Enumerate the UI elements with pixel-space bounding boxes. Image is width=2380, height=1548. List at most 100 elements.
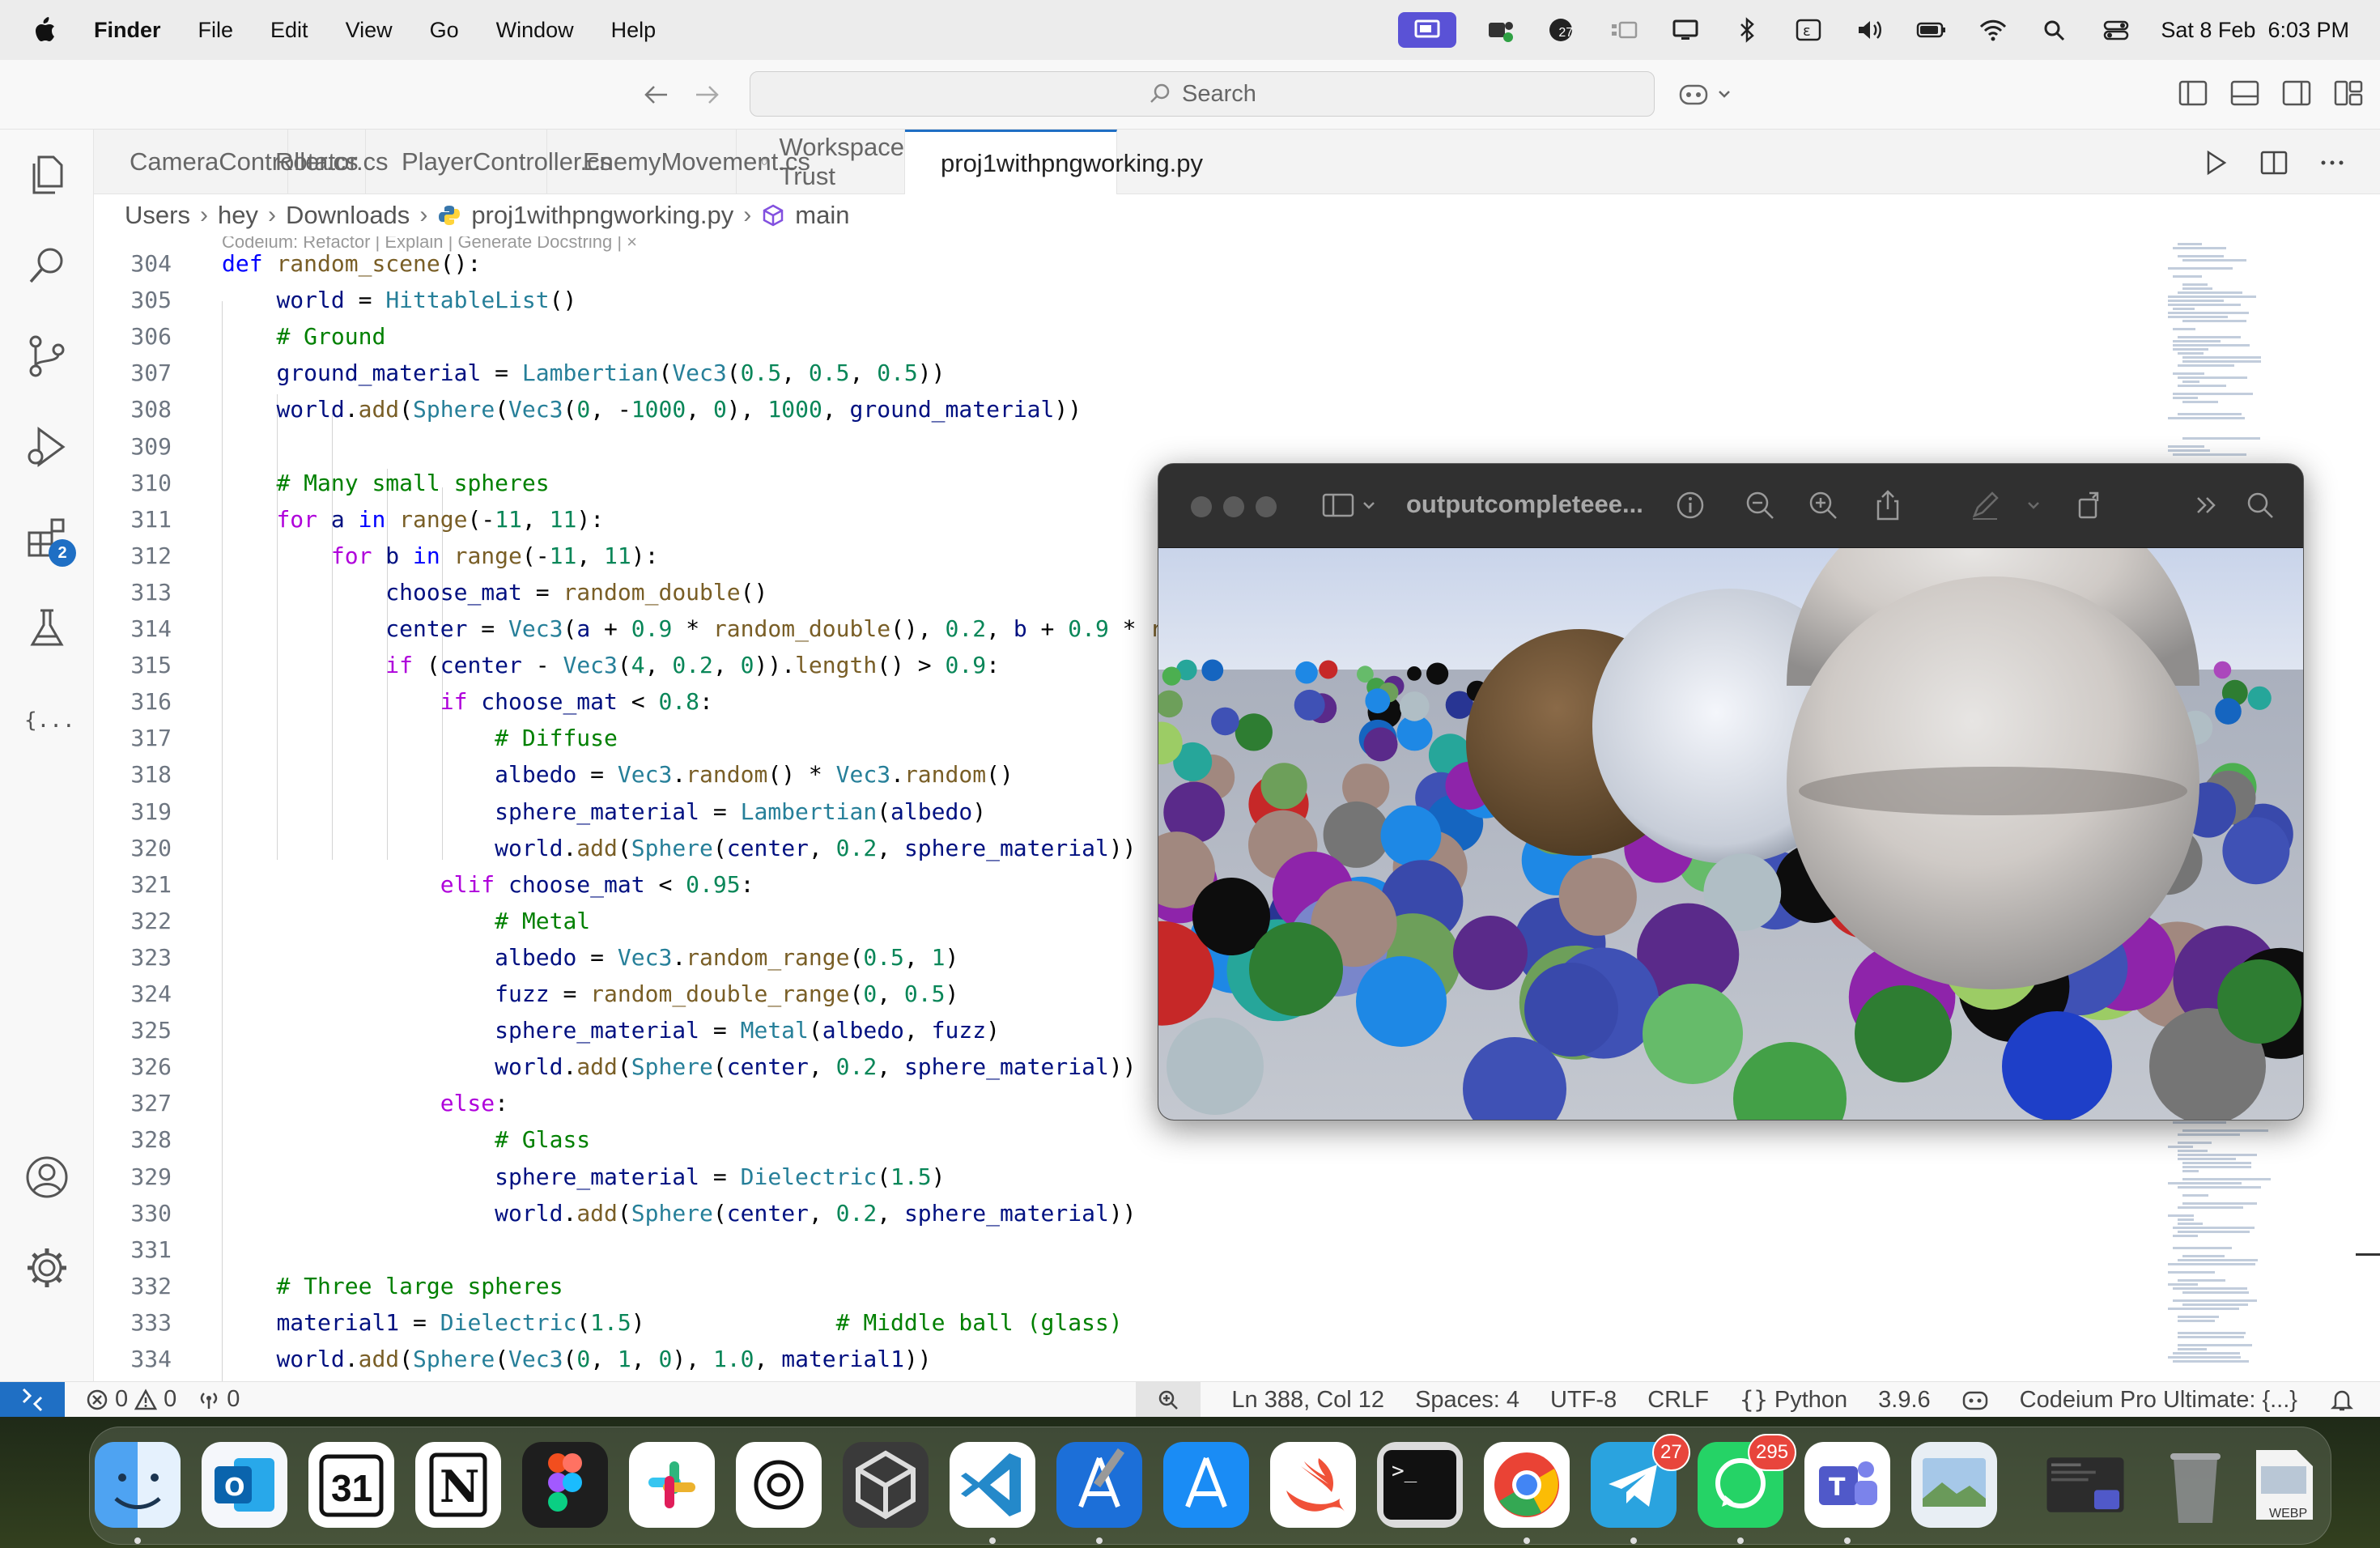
tab-proj1withpngworking[interactable]: proj1withpngworking.py (905, 130, 1203, 194)
split-editor-icon[interactable] (2259, 147, 2289, 178)
menu-app-finder[interactable]: Finder (94, 18, 161, 43)
dock-finder[interactable] (95, 1442, 181, 1528)
dock-terminal[interactable]: >_ (1377, 1442, 1463, 1528)
menu-file[interactable]: File (198, 18, 234, 43)
dock-recent-window[interactable] (2042, 1442, 2136, 1528)
dock-swift[interactable] (1270, 1442, 1356, 1528)
breadcrumb-hey[interactable]: hey (218, 201, 258, 230)
wifi-icon[interactable] (1976, 16, 2010, 44)
dock-chrome[interactable] (1484, 1442, 1570, 1528)
copilot-status-icon[interactable] (1961, 1386, 1989, 1414)
info-icon[interactable] (1673, 488, 1707, 522)
more-actions-icon[interactable] (2317, 147, 2348, 178)
menu-edit[interactable]: Edit (270, 18, 308, 43)
zoom-in-icon[interactable] (1806, 488, 1840, 522)
forward-arrow-icon[interactable] (690, 78, 724, 112)
cursor-position[interactable]: Ln 388, Col 12 (1231, 1387, 1384, 1414)
explorer-icon[interactable] (23, 151, 71, 199)
accounts-icon[interactable] (23, 1153, 71, 1201)
breadcrumb-downloads[interactable]: Downloads (286, 201, 410, 230)
code-line[interactable]: 328 # Glass (94, 1122, 2166, 1157)
spotlight-icon[interactable] (2038, 16, 2072, 44)
zoom-window-button[interactable] (1256, 496, 1277, 517)
dock-preview[interactable] (1911, 1442, 1997, 1528)
copilot-icon[interactable] (1677, 78, 1742, 112)
toggle-secondary-sidebar-icon[interactable] (2281, 78, 2312, 108)
back-arrow-icon[interactable] (640, 78, 674, 112)
tab-rotator[interactable]: # Rotator.cs (240, 130, 389, 194)
bell-icon[interactable] (2328, 1386, 2356, 1414)
code-line[interactable]: 329 sphere_material = Dielectric(1.5) (94, 1159, 2166, 1194)
end-of-line[interactable]: CRLF (1647, 1387, 1709, 1414)
breadcrumb-file[interactable]: proj1withpngworking.py (471, 201, 733, 230)
problems-indicator[interactable]: 0 0 (86, 1386, 176, 1413)
minimize-window-button[interactable] (1223, 496, 1244, 517)
display-icon[interactable] (1668, 16, 1702, 44)
testing-icon[interactable] (23, 604, 71, 653)
tab-enemymovement[interactable]: # EnemyMovement.cs (547, 130, 810, 194)
code-line[interactable]: 331 (94, 1232, 2166, 1267)
editor-scrollbar[interactable] (2315, 236, 2380, 1381)
dock-trash[interactable] (2153, 1442, 2238, 1528)
markup-pen-icon[interactable] (1968, 488, 2002, 522)
dock-figma[interactable] (522, 1442, 608, 1528)
teams-tray-icon[interactable] (1484, 16, 1518, 44)
notification-tray-icon[interactable]: 27 (1545, 16, 1579, 44)
toggle-panel-icon[interactable] (2229, 78, 2260, 108)
code-line[interactable]: 333 material1 = Dielectric(1.5) # Middle… (94, 1305, 2166, 1340)
preview-window[interactable]: outputcompleteee... (1158, 463, 2304, 1121)
code-line[interactable]: 309 (94, 429, 2166, 464)
code-line[interactable]: 308 world.add(Sphere(Vec3(0, -1000, 0), … (94, 392, 2166, 427)
dock-calendar[interactable]: 31 (308, 1442, 394, 1528)
run-debug-icon[interactable] (23, 423, 71, 471)
command-center-search[interactable]: Search (750, 71, 1655, 117)
code-line[interactable]: 306 # Ground (94, 319, 2166, 354)
more-toolbar-icon[interactable] (2190, 488, 2224, 522)
dock-outlook[interactable]: O (202, 1442, 287, 1528)
dock-slack[interactable] (629, 1442, 715, 1528)
dock-vscode[interactable] (950, 1442, 1035, 1528)
encoding[interactable]: UTF-8 (1550, 1387, 1617, 1414)
json-outline-icon[interactable]: {...} (23, 695, 87, 743)
codeium-status[interactable]: Codeium Pro Ultimate: {...} (2020, 1387, 2297, 1414)
breadcrumb-symbol[interactable]: main (795, 201, 849, 230)
customize-layout-icon[interactable] (2333, 78, 2364, 108)
search-sidebar-icon[interactable] (23, 241, 71, 290)
bluetooth-icon[interactable] (1730, 16, 1764, 44)
toggle-primary-sidebar-icon[interactable] (2178, 78, 2208, 108)
close-window-button[interactable] (1191, 496, 1212, 517)
menu-view[interactable]: View (346, 18, 393, 43)
control-center-icon[interactable] (2099, 16, 2133, 44)
code-line[interactable]: 305 world = HittableList() (94, 283, 2166, 317)
screen-share-icon[interactable] (1398, 12, 1457, 48)
search-icon[interactable] (2243, 488, 2277, 522)
ports-indicator[interactable]: 0 (198, 1386, 240, 1413)
dock-xcode[interactable] (1056, 1442, 1142, 1528)
tab-workspace-trust[interactable]: Workspace Trust (737, 130, 905, 194)
dock-unity[interactable] (843, 1442, 929, 1528)
code-line[interactable]: 307 ground_material = Lambertian(Vec3(0.… (94, 355, 2166, 390)
battery-icon[interactable] (1915, 16, 1949, 44)
code-line[interactable]: 304 def random_scene(): (94, 246, 2166, 281)
run-python-icon[interactable] (2200, 147, 2231, 178)
tab-playercontroller[interactable]: # PlayerController.cs (366, 130, 612, 194)
menu-window[interactable]: Window (496, 18, 574, 43)
apple-icon[interactable] (32, 16, 57, 44)
menu-help[interactable]: Help (611, 18, 657, 43)
dock-notion[interactable]: N (415, 1442, 501, 1528)
code-line[interactable]: 334 world.add(Sphere(Vec3(0, 1, 0), 1.0,… (94, 1342, 2166, 1376)
dock-teams[interactable]: T (1804, 1442, 1890, 1528)
extensions-icon[interactable]: 2 (23, 513, 76, 567)
rotate-icon[interactable] (2073, 488, 2107, 522)
sidebar-toggle-icon[interactable] (1320, 488, 1385, 522)
menubar-clock[interactable]: Sat 8 Feb 6:03 PM (2161, 18, 2349, 43)
volume-icon[interactable] (1853, 16, 1887, 44)
input-source-icon[interactable]: ε (1791, 16, 1825, 44)
dock-chatgpt[interactable] (736, 1442, 822, 1528)
zoom-indicator[interactable] (1136, 1382, 1201, 1417)
menu-go[interactable]: Go (430, 18, 459, 43)
dock-webp-file[interactable]: WEBP (2240, 1442, 2326, 1528)
stage-manager-icon[interactable] (1607, 16, 1641, 44)
source-control-icon[interactable] (23, 332, 71, 381)
indentation[interactable]: Spaces: 4 (1415, 1387, 1519, 1414)
